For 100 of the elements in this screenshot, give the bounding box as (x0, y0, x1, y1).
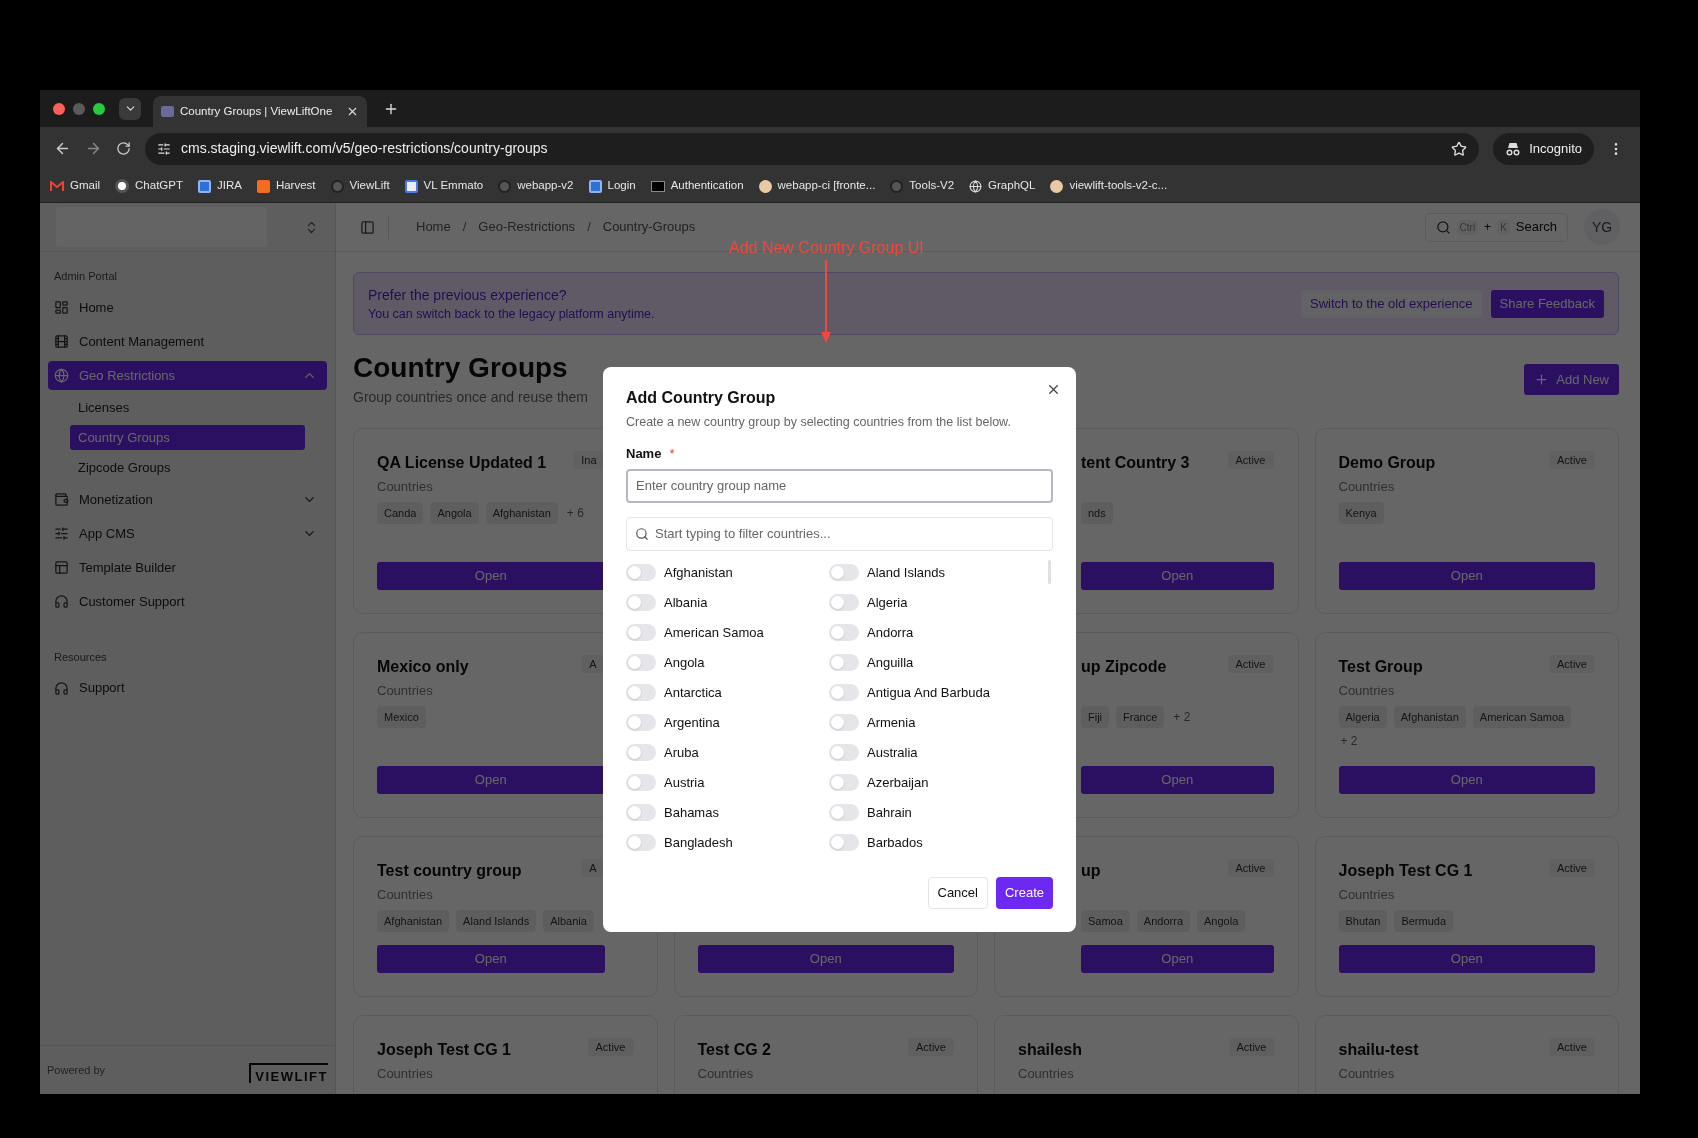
bookmark[interactable]: Gmail (50, 177, 101, 195)
card-title: Test country group (377, 861, 522, 881)
nav-item[interactable]: Geo Restrictions (48, 361, 327, 390)
breadcrumb-link[interactable]: Home (416, 217, 451, 237)
zoom-window-icon[interactable] (93, 102, 105, 115)
country-tag: Afghanistan (1393, 706, 1466, 728)
country-tag: Fiji (1081, 706, 1110, 728)
nav-item[interactable]: Monetization (48, 485, 327, 514)
open-button[interactable]: Open (697, 945, 954, 973)
toggle-switch[interactable] (829, 714, 859, 731)
toggle-switch[interactable] (829, 804, 859, 821)
bookmark[interactable]: Authentication (650, 177, 744, 195)
open-button[interactable]: Open (377, 562, 605, 590)
tab-title: Country Groups | ViewLiftOne (180, 103, 333, 119)
film-icon (54, 334, 69, 349)
toggle-switch[interactable] (626, 624, 656, 641)
cancel-button[interactable]: Cancel (927, 876, 988, 909)
status-badge: Active (1227, 655, 1274, 673)
nav-item[interactable]: App CMS (48, 519, 327, 548)
nav-item[interactable]: Template Builder (48, 553, 327, 582)
bookmark[interactable]: VL Emmato (404, 177, 484, 195)
field-label: Name (626, 445, 662, 463)
create-button[interactable]: Create (995, 876, 1053, 909)
toggle-switch[interactable] (626, 714, 656, 731)
bookmark-star-icon[interactable] (1451, 140, 1468, 157)
reload-icon[interactable] (116, 141, 131, 156)
name-input[interactable]: Enter country group name (626, 468, 1053, 503)
country-name: American Samoa (664, 623, 764, 642)
open-button[interactable]: Open (1081, 766, 1274, 794)
bookmark[interactable]: Harvest (256, 177, 316, 195)
forward-icon[interactable] (85, 140, 102, 157)
toggle-switch[interactable] (626, 684, 656, 701)
browser-tab[interactable]: Country Groups | ViewLiftOne (153, 96, 367, 127)
breadcrumb-link[interactable]: Geo-Restrictions (478, 217, 576, 237)
toggle-switch[interactable] (626, 564, 656, 581)
toggle-switch[interactable] (829, 594, 859, 611)
bookmark[interactable]: webapp-ci [fronte... (758, 177, 876, 195)
toggle-switch[interactable] (829, 744, 859, 761)
bookmark[interactable]: ViewLift (330, 177, 390, 195)
status-badge: Active (587, 1038, 634, 1056)
back-icon[interactable] (54, 140, 71, 157)
open-button[interactable]: Open (377, 945, 605, 973)
open-button[interactable]: Open (1081, 945, 1274, 973)
bookmark[interactable]: webapp-v2 (498, 177, 574, 195)
toggle-switch[interactable] (829, 564, 859, 581)
toggle-switch[interactable] (829, 774, 859, 791)
headphones-icon (54, 680, 69, 696)
minimize-window-icon[interactable] (73, 102, 85, 115)
incognito-badge[interactable]: Incognito (1493, 132, 1594, 165)
country-name: Algeria (867, 593, 908, 612)
filter-field[interactable]: Start typing to filter countries... (626, 516, 1053, 551)
nav-item[interactable]: Customer Support (48, 587, 327, 616)
nav-subitem[interactable]: Zipcode Groups (70, 455, 305, 480)
toggle-switch[interactable] (829, 654, 859, 671)
user-avatar[interactable]: YG (1584, 209, 1620, 245)
nav-item[interactable]: Home (48, 293, 327, 322)
toggle-switch[interactable] (626, 744, 656, 761)
status-badge: Active (1549, 1038, 1595, 1056)
toggle-switch[interactable] (626, 774, 656, 791)
toggle-switch[interactable] (829, 684, 859, 701)
toggle-switch[interactable] (626, 804, 656, 821)
open-button[interactable]: Open (1338, 766, 1595, 794)
address-bar[interactable]: cms.staging.viewlift.com/v5/geo-restrictions/country-groups (145, 132, 1480, 165)
breadcrumb-link[interactable]: Country-Groups (602, 217, 696, 237)
sidebar-toggle-icon[interactable] (360, 219, 375, 235)
bookmark[interactable]: ChatGPT (115, 177, 183, 195)
close-tab-icon[interactable] (346, 105, 359, 118)
close-window-icon[interactable] (53, 102, 65, 115)
nav-subitem[interactable]: Licenses (70, 395, 305, 420)
add-new-button[interactable]: Add New (1524, 364, 1619, 395)
status-badge: A (581, 655, 605, 673)
status-badge: Active (908, 1038, 954, 1056)
toggle-switch[interactable] (626, 654, 656, 671)
open-button[interactable]: Open (1081, 562, 1274, 590)
old-experience-button[interactable]: Switch to the old experience (1301, 289, 1482, 318)
status-badge: Active (1549, 451, 1595, 469)
country-tag: Andorra (1136, 910, 1190, 932)
card-title: up (1081, 861, 1101, 881)
nav-subitem[interactable]: Country Groups (70, 425, 305, 450)
bookmark[interactable]: viewlift-tools-v2-c... (1050, 177, 1168, 195)
toggle-switch[interactable] (829, 834, 859, 851)
toggle-switch[interactable] (626, 594, 656, 611)
headphones-icon (54, 594, 69, 609)
open-button[interactable]: Open (1338, 945, 1595, 973)
feedback-button[interactable]: Share Feedback (1490, 289, 1604, 318)
toggle-switch[interactable] (829, 624, 859, 641)
tab-list-button[interactable] (119, 97, 141, 120)
bookmark[interactable]: GraphQL (969, 177, 1036, 195)
search-icon (1435, 219, 1451, 235)
open-button[interactable]: Open (377, 766, 605, 794)
dialog-description: Create a new country group by selecting countries from the list below. (626, 414, 1012, 431)
open-button[interactable]: Open (1338, 562, 1595, 590)
nav-item[interactable]: Support (48, 673, 327, 703)
nav-item[interactable]: Content Management (48, 327, 327, 356)
country-tag: Bhutan (1338, 910, 1388, 932)
bookmark[interactable]: JIRA (197, 177, 242, 195)
country-name: Antarctica (664, 683, 722, 702)
bookmark[interactable]: Tools-V2 (890, 177, 955, 195)
toggle-switch[interactable] (626, 834, 656, 851)
bookmark[interactable]: Login (588, 177, 636, 195)
